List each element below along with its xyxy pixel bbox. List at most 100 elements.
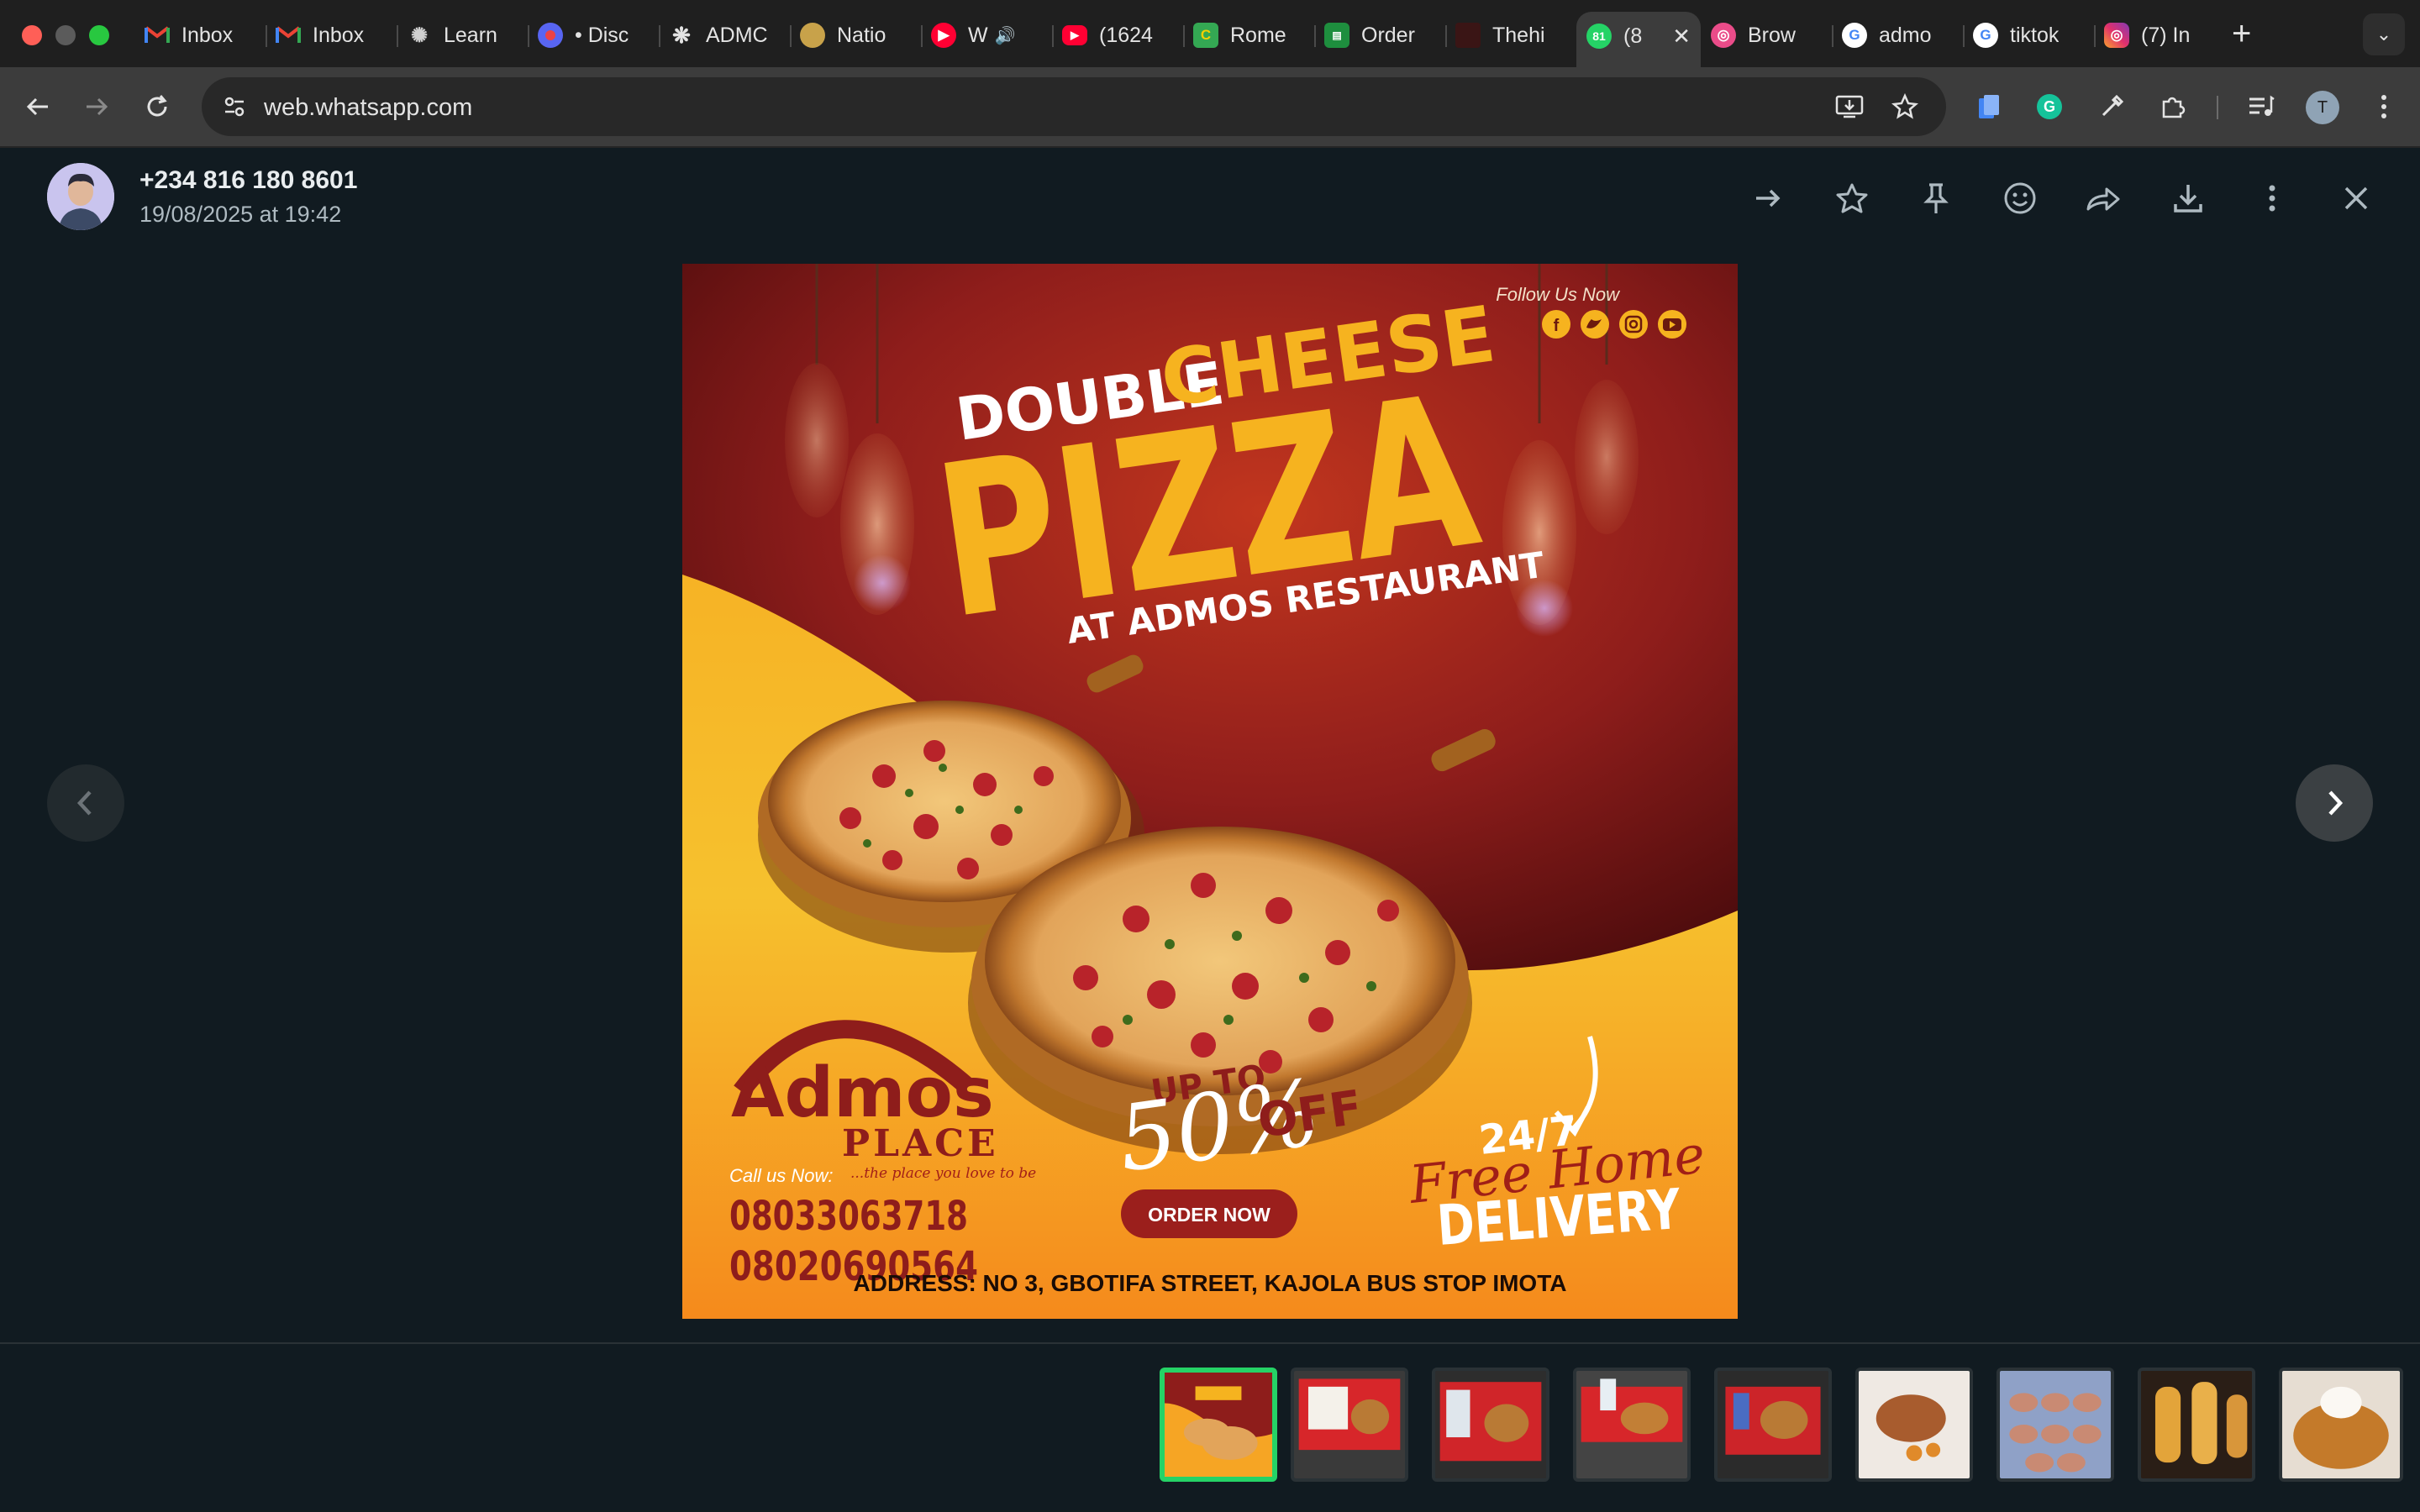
tab-thehi[interactable]: Thehi	[1445, 12, 1576, 59]
thehi-icon	[1455, 23, 1481, 48]
gmail-icon	[145, 23, 170, 48]
install-app-icon[interactable]	[1832, 89, 1867, 124]
toolbar-separator	[2217, 96, 2218, 119]
tab-title: Brow	[1748, 23, 1796, 47]
tab-title: (1624	[1099, 23, 1153, 47]
discord-icon	[538, 23, 563, 48]
reload-icon[interactable]	[138, 87, 176, 126]
tab-learn[interactable]: ✺ Learn	[397, 12, 528, 59]
thumbnail-food-tray[interactable]	[1291, 1368, 1408, 1482]
download-icon[interactable]	[2166, 176, 2210, 220]
message-timestamp: 19/08/2025 at 19:42	[139, 202, 342, 227]
profile-avatar[interactable]: T	[2306, 91, 2339, 124]
forward-arrow-icon[interactable]	[77, 87, 116, 126]
back-arrow-icon[interactable]	[18, 87, 57, 126]
tab-title: Inbox	[182, 23, 234, 47]
address-bar[interactable]: web.whatsapp.com	[202, 77, 1946, 136]
dribbble-icon: ◎	[1711, 23, 1736, 48]
tab-national[interactable]: Natio	[790, 12, 921, 59]
instagram-icon: ◎	[2104, 23, 2129, 48]
svg-text:G: G	[2044, 98, 2055, 115]
media-viewer-header: +234 816 180 8601 19/08/2025 at 19:42	[0, 148, 2420, 249]
svg-text:...the place you love to be: ...the place you love to be	[850, 1165, 1036, 1182]
share-icon[interactable]	[2082, 176, 2126, 220]
tab-title: Natio	[837, 23, 886, 47]
extension-docs-icon[interactable]	[1970, 87, 2008, 126]
google-icon: G	[1842, 23, 1867, 48]
learn-icon: ✺	[410, 24, 429, 47]
thumbnail-food-tray[interactable]	[1714, 1368, 1832, 1482]
rome-icon: C	[1193, 23, 1218, 48]
window-close-button[interactable]	[22, 25, 42, 45]
thumbnail-rice-plate[interactable]	[2279, 1368, 2403, 1482]
youtube-music-icon: ▶	[931, 23, 956, 48]
tab-title: (8	[1623, 24, 1643, 48]
next-media-button[interactable]	[2296, 764, 2373, 842]
tab-youtube[interactable]: ▶ (1624	[1052, 12, 1183, 59]
tab-search-chevron-icon[interactable]: ⌄	[2363, 13, 2405, 55]
tab-admc[interactable]: ❋ ADMC	[659, 12, 790, 59]
tab-strip: Inbox Inbox ✺ Learn • Disc ❋ ADMC Natio …	[134, 12, 2225, 67]
pin-icon[interactable]	[1914, 176, 1958, 220]
tab-title: Order	[1361, 23, 1415, 47]
tab-youtube-music[interactable]: ▶ W 🔊	[921, 12, 1052, 59]
thumbnail-food-tray[interactable]	[1432, 1368, 1549, 1482]
thumbnail-strip-divider	[0, 1342, 2420, 1344]
browser-tab-bar: Inbox Inbox ✺ Learn • Disc ❋ ADMC Natio …	[0, 0, 2420, 67]
tab-title: Learn	[444, 23, 497, 47]
svg-text:Admos: Admos	[731, 1053, 994, 1133]
thumbnail-bread-plate[interactable]	[2138, 1368, 2255, 1482]
tab-title: (7) In	[2141, 23, 2191, 47]
tab-google-admo[interactable]: G admo	[1832, 12, 1963, 59]
tab-title: ADMC	[706, 23, 768, 47]
tab-rome[interactable]: C Rome	[1183, 12, 1314, 59]
new-tab-icon[interactable]: +	[2232, 17, 2251, 50]
tab-gmail-2[interactable]: Inbox	[266, 12, 397, 59]
contact-avatar[interactable]	[47, 163, 114, 230]
previous-media-button[interactable]	[47, 764, 124, 842]
browser-menu-icon[interactable]	[2365, 87, 2403, 126]
tab-dribbble[interactable]: ◎ Brow	[1701, 12, 1832, 59]
chevron-left-icon	[76, 790, 92, 816]
tab-discord[interactable]: • Disc	[528, 12, 659, 59]
svg-text:f: f	[1554, 317, 1560, 335]
chevron-right-icon	[2328, 790, 2344, 816]
tab-title: Thehi	[1492, 23, 1545, 47]
url-text: web.whatsapp.com	[264, 94, 473, 121]
bookmark-star-icon[interactable]	[1887, 89, 1923, 124]
window-minimize-button[interactable]	[55, 25, 76, 45]
emoji-icon[interactable]	[1998, 176, 2042, 220]
speaker-icon[interactable]: 🔊	[995, 25, 1016, 46]
contact-name: +234 816 180 8601	[139, 166, 358, 194]
close-icon[interactable]	[2334, 176, 2378, 220]
order-now-button[interactable]: ORDER NOW	[1121, 1189, 1297, 1238]
tab-title: admo	[1879, 23, 1932, 47]
tab-whatsapp-active[interactable]: 81 (8 ✕	[1576, 12, 1701, 67]
thumbnail-sausage-plate[interactable]	[1855, 1368, 1973, 1482]
eyedropper-icon[interactable]	[2092, 87, 2131, 126]
close-tab-icon[interactable]: ✕	[1672, 24, 1691, 50]
extension-grammarly-icon[interactable]: G	[2030, 87, 2069, 126]
media-control-icon[interactable]	[2242, 87, 2281, 126]
tab-instagram[interactable]: ◎ (7) In	[2094, 12, 2225, 59]
thumbnail-food-tray[interactable]	[1573, 1368, 1691, 1482]
tab-google-tiktok[interactable]: G tiktok	[1963, 12, 2094, 59]
whatsapp-icon: 81	[1586, 24, 1612, 49]
instagram-icon	[1619, 310, 1648, 339]
thumbnail-pizza-flyer[interactable]	[1160, 1368, 1277, 1482]
tab-title: • Disc	[575, 23, 629, 47]
tab-order[interactable]: ▤ Order	[1314, 12, 1445, 59]
window-zoom-button[interactable]	[89, 25, 109, 45]
go-to-message-icon[interactable]	[1746, 176, 1790, 220]
site-settings-icon[interactable]	[215, 87, 254, 126]
tab-gmail-1[interactable]: Inbox	[134, 12, 266, 59]
browser-toolbar: web.whatsapp.com G T	[0, 67, 2420, 148]
extensions-puzzle-icon[interactable]	[2153, 87, 2191, 126]
thumbnail-pastry-tray[interactable]	[1996, 1368, 2114, 1482]
tab-title: Inbox	[313, 23, 365, 47]
more-icon[interactable]	[2250, 176, 2294, 220]
tab-title: tiktok	[2010, 23, 2060, 47]
svg-text:ORDER NOW: ORDER NOW	[1148, 1204, 1270, 1226]
star-icon[interactable]	[1830, 176, 1874, 220]
svg-text:PLACE: PLACE	[842, 1122, 999, 1165]
